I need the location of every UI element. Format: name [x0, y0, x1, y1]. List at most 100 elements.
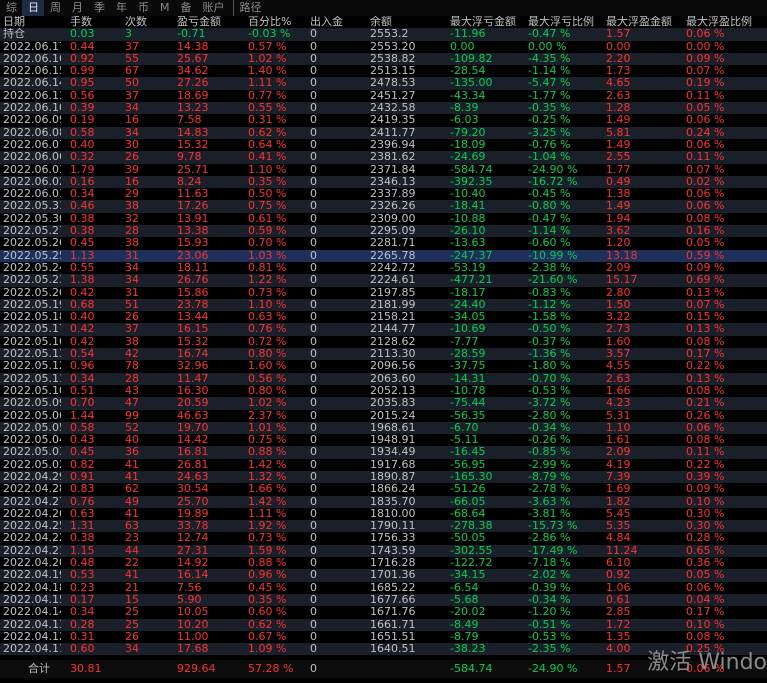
tab-0[interactable]: 综	[0, 0, 22, 16]
cell-pnl: 14.42	[177, 434, 209, 447]
cell-max-float-profit: 5.31	[606, 409, 631, 422]
total-deposit: 0	[310, 662, 317, 675]
table-row[interactable]: 2022.04.22 0.38 23 12.74 0.73 % 0 1756.33 -50.0…	[0, 532, 767, 544]
table-row[interactable]: 2022.06.01 0.34 29 11.63 0.50 % 0 2337.89 -10.4…	[0, 188, 767, 200]
table-row[interactable]: 2022.04.27 0.76 49 25.70 1.42 % 0 1835.70 -66.0…	[0, 495, 767, 508]
tab-5[interactable]: 年	[110, 0, 132, 16]
header-max-float-loss[interactable]: 最大浮亏金额	[450, 16, 525, 28]
cell-pct: 2.37 %	[248, 409, 287, 422]
header-max-float-profit[interactable]: 最大浮盈金额	[606, 16, 682, 28]
header-balance[interactable]: 余额	[370, 16, 445, 28]
cell-date: 2022.05.02	[3, 458, 61, 471]
table-row[interactable]: 2022.06.15 0.99 67 34.62 1.40 % 0 2513.15 -28.5…	[0, 65, 767, 77]
table-row[interactable]: 2022.04.28 0.83 62 30.54 1.66 % 0 1866.24 -51.2…	[0, 483, 767, 495]
table-row[interactable]: 2022.06.07 0.40 30 15.32 0.64 % 0 2396.94 -18.0…	[0, 139, 767, 151]
table-row[interactable]: 2022.04.19 0.53 41 16.14 0.96 % 0 1701.36 -34.1…	[0, 569, 767, 582]
table-row[interactable]: 2022.05.27 0.38 28 13.38 0.59 % 0 2295.09 -26.1…	[0, 225, 767, 238]
cell-pct: 1.22 %	[248, 274, 287, 287]
table-row[interactable]: 2022.06.10 0.39 34 13.23 0.55 % 0 2432.58 -8.39…	[0, 102, 767, 115]
cell-trades: 23	[125, 532, 139, 545]
table-row[interactable]: 2022.04.21 1.15 44 27.31 1.59 % 0 1743.59 -302.…	[0, 544, 767, 558]
holding-row[interactable]: 持仓 0.03 3 -0.71 -0.03 % 0 2553.2 -11.96 -0.47 % 1…	[0, 28, 767, 41]
header-row[interactable]: 日期 手数 次数 盈亏金额 百分比% 出入金 余额 最大浮亏金额 最大浮亏比例 最大浮盈金额 最大浮…	[0, 16, 767, 28]
tab-2[interactable]: 周	[44, 0, 66, 16]
cell-pnl: 13.44	[177, 311, 209, 324]
table-row[interactable]: 2022.05.10 0.51 43 16.30 0.80 % 0 2052.13 -10.7…	[0, 385, 767, 397]
table-row[interactable]: 2022.04.13 0.28 25 10.20 0.62 % 0 1661.71 -8.49…	[0, 618, 767, 631]
table-row[interactable]: 2022.06.14 0.95 50 27.26 1.11 % 0 2478.53 -135.…	[0, 77, 767, 90]
cell-balance: 2242.72	[370, 261, 416, 274]
cell-max-float-profit: 4.65	[606, 77, 631, 90]
header-max-float-profit-pct[interactable]: 最大浮盈比例	[686, 16, 764, 28]
table-row[interactable]: 2022.06.16 0.92 55 25.67 1.02 % 0 2538.82 -109.…	[0, 52, 767, 66]
table-row[interactable]: 2022.05.02 0.82 41 26.81 1.42 % 0 1917.68 -56.9…	[0, 459, 767, 471]
table-row[interactable]: 2022.04.12 0.31 26 11.00 0.67 % 0 1651.51 -8.79…	[0, 631, 767, 643]
table-row[interactable]: 2022.05.24 0.55 34 18.11 0.81 % 0 2242.72 -53.1…	[0, 262, 767, 274]
table-row[interactable]: 2022.05.16 0.42 38 15.32 0.72 % 0 2128.62 -7.77…	[0, 336, 767, 348]
table-row[interactable]: 2022.04.14 0.34 25 10.05 0.60 % 0 1671.76 -20.0…	[0, 606, 767, 618]
cell-date: 2022.04.26	[3, 507, 61, 520]
table-row[interactable]: 2022.06.02 0.16 16 8.24 0.35 % 0 2346.13 -392.3…	[0, 175, 767, 189]
table-row[interactable]: 2022.04.26 0.63 41 19.89 1.11 % 0 1810.00 -68.6…	[0, 508, 767, 520]
cell-max-float-profit-pct: 0.19 %	[686, 77, 725, 90]
table-row[interactable]: 2022.05.26 0.45 38 15.93 0.70 % 0 2281.71 -13.6…	[0, 237, 767, 249]
table-row[interactable]: 2022.04.29 0.91 41 24.63 1.32 % 0 1890.87 -165.…	[0, 470, 767, 484]
table-row[interactable]: 2022.04.20 0.48 22 14.92 0.88 % 0 1716.28 -122.…	[0, 557, 767, 569]
cell-max-float-loss: -302.55	[450, 544, 493, 557]
cell-max-float-loss-pct: -3.72 %	[528, 397, 571, 410]
cell-pct: 0.59 %	[248, 225, 287, 238]
statistics-table[interactable]: 日期 手数 次数 盈亏金额 百分比% 出入金 余额 最大浮亏金额 最大浮亏比例 最大浮盈金额 最大浮…	[0, 16, 767, 656]
table-row[interactable]: 2022.05.12 0.96 78 32.96 1.60 % 0 2096.56 -37.7…	[0, 360, 767, 372]
table-row[interactable]: 2022.05.13 0.54 42 16.74 0.80 % 0 2113.30 -28.5…	[0, 348, 767, 361]
cell-max-float-profit: 13.18	[606, 249, 638, 262]
tab-9[interactable]: 账户	[197, 0, 230, 16]
table-row[interactable]: 2022.05.09 0.70 47 20.59 1.02 % 0 2035.83 -75.4…	[0, 397, 767, 410]
cell-trades: 42	[125, 348, 139, 361]
table-row[interactable]: 2022.05.31 0.46 38 17.26 0.75 % 0 2326.26 -18.4…	[0, 200, 767, 213]
tab-8[interactable]: 备	[175, 0, 197, 16]
cell-max-float-profit: 1.06	[606, 581, 631, 594]
table-row[interactable]: 2022.05.06 1.44 99 46.63 2.37 % 0 2015.24 -56.3…	[0, 410, 767, 422]
cell-pct: 1.02 %	[248, 52, 287, 65]
table-row[interactable]: 2022.05.30 0.38 32 13.91 0.61 % 0 2309.00 -10.8…	[0, 213, 767, 225]
table-row[interactable]: 2022.06.17 0.44 37 14.38 0.57 % 0 2553.20 0.00 0…	[0, 41, 767, 53]
table-row[interactable]: 2022.06.06 0.32 26 9.78 0.41 % 0 2381.62 -24.69…	[0, 151, 767, 164]
cell-pct: 1.01 %	[248, 421, 287, 434]
table-row[interactable]: 2022.06.03 1.79 39 25.71 1.10 % 0 2371.84 -584.…	[0, 164, 767, 176]
tab-1[interactable]: 日	[22, 0, 44, 16]
tab-4[interactable]: 季	[88, 0, 110, 16]
table-row[interactable]: 2022.05.23 1.38 34 26.76 1.22 % 0 2224.61 -477.…	[0, 274, 767, 287]
header-trades[interactable]: 次数	[125, 16, 175, 28]
table-row[interactable]: 2022.05.11 0.34 28 11.47 0.56 % 0 2063.60 -14.3…	[0, 372, 767, 385]
cell-balance: 1661.71	[370, 618, 416, 631]
cell-pct: 1.11 %	[248, 77, 287, 90]
tab-6[interactable]: 币	[132, 0, 154, 16]
table-row[interactable]: 2022.04.18 0.23 21 7.56 0.45 % 0 1685.22 -6.54 -…	[0, 582, 767, 594]
table-row[interactable]: 2022.05.17 0.42 37 16.15 0.76 % 0 2144.77 -10.6…	[0, 323, 767, 336]
table-row[interactable]: 2022.05.03 0.45 36 16.81 0.88 % 0 1934.49 -16.4…	[0, 446, 767, 459]
cell-pct: 0.45 %	[248, 581, 287, 594]
table-row[interactable]: 2022.06.09 0.19 16 7.58 0.31 % 0 2419.35 -6.03 -…	[0, 114, 767, 126]
table-row[interactable]: 2022.05.25 1.13 31 23.06 1.03 % 0 2265.78 -247.…	[0, 249, 767, 262]
cell-lots: 0.56	[70, 89, 95, 102]
header-lots[interactable]: 手数	[70, 16, 120, 28]
table-row[interactable]: 2022.05.19 0.68 51 23.78 1.10 % 0 2181.99 -24.4…	[0, 298, 767, 312]
header-max-float-loss-pct[interactable]: 最大浮亏比例	[528, 16, 603, 28]
table-row[interactable]: 2022.05.04 0.43 40 14.42 0.75 % 0 1948.91 -5.11…	[0, 434, 767, 446]
header-deposit[interactable]: 出入金	[310, 16, 365, 28]
table-row[interactable]: 2022.06.13 0.56 37 18.69 0.77 % 0 2451.27 -43.3…	[0, 90, 767, 102]
header-date[interactable]: 日期	[3, 16, 61, 28]
header-pnl[interactable]: 盈亏金额	[177, 16, 245, 28]
table-row[interactable]: 2022.04.15 0.17 15 5.90 0.35 % 0 1677.66 -5.68 -…	[0, 593, 767, 607]
table-row[interactable]: 2022.05.20 0.42 31 15.86 0.73 % 0 2197.85 -18.1…	[0, 287, 767, 299]
cell-deposit: 0	[310, 274, 317, 287]
cell-max-float-profit: 1.94	[606, 212, 631, 225]
tab-3[interactable]: 月	[66, 0, 88, 16]
header-pct[interactable]: 百分比%	[248, 16, 308, 28]
table-row[interactable]: 2022.05.18 0.40 26 13.44 0.63 % 0 2158.21 -34.0…	[0, 311, 767, 323]
tab-7[interactable]: M	[154, 0, 175, 16]
table-row[interactable]: 2022.06.08 0.58 34 14.83 0.62 % 0 2411.77 -79.2…	[0, 126, 767, 139]
tab-10[interactable]: 路径	[232, 0, 267, 16]
table-row[interactable]: 2022.04.25 1.31 63 33.78 1.92 % 0 1790.11 -278.…	[0, 520, 767, 533]
table-row[interactable]: 2022.05.05 0.58 52 19.70 1.01 % 0 1968.61 -6.70…	[0, 421, 767, 435]
